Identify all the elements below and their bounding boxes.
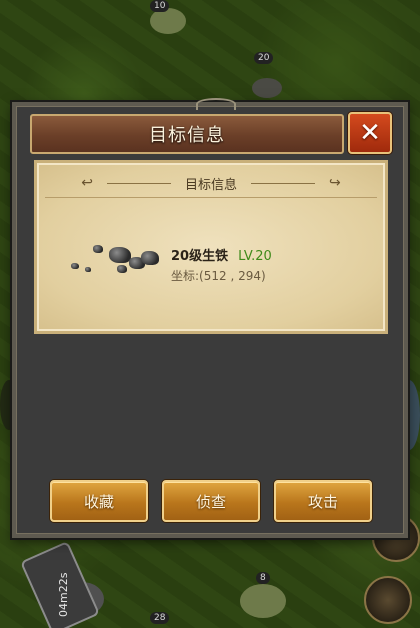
rock-shape [71,263,79,269]
coords-value: (512 , 294) [199,269,266,283]
dialog-title: 目标信息 [149,125,225,146]
march-timer-text: 04m22s [56,572,70,618]
divider-line [251,182,315,184]
rock-shape [93,245,103,253]
close-icon: ✕ [359,118,381,148]
close-button[interactable]: ✕ [348,112,392,154]
map-level-tag: 20 [254,52,274,64]
target-name-text: 20级生铁 [171,249,229,264]
panel-divider [45,197,377,198]
map-level-tag: 28 [150,612,170,624]
scout-button-label: 侦查 [195,492,226,511]
rock-shape [85,267,91,272]
panel-subtitle-row: ↩ 目标信息 ↪ [37,173,385,193]
target-info-panel: ↩ 目标信息 ↪ 20级生铁 LV.20 坐标:(512 , 294) [34,160,388,334]
favorite-button-label: 收藏 [83,492,114,511]
rock-shape [109,247,131,263]
rock-shape [141,251,159,265]
attack-button-label: 攻击 [307,492,338,511]
panel-subtitle: 目标信息 [184,177,237,193]
flourish-left-icon: ↩ [81,175,93,191]
rock-shape [117,265,127,273]
divider-line [106,182,171,184]
flourish-right-icon: ↪ [329,175,341,191]
map-terrain [252,78,282,98]
dialog-ornament [196,98,236,110]
iron-ore-icon [67,245,177,295]
target-coordinates: 坐标:(512 , 294) [171,267,266,284]
target-info-dialog: 目标信息 ✕ ↩ 目标信息 ↪ 20级生铁 LV.20 坐标:(512 , 294… [12,98,408,538]
map-action-button[interactable] [364,576,412,624]
scout-button[interactable]: 侦查 [162,480,260,522]
target-name: 20级生铁 LV.20 [171,245,272,264]
attack-button[interactable]: 攻击 [274,480,372,522]
map-terrain [240,584,286,618]
target-level: LV.20 [238,249,272,264]
dialog-header: 目标信息 [30,114,344,154]
map-level-tag: 8 [256,572,270,584]
map-level-tag: 10 [150,0,170,12]
favorite-button[interactable]: 收藏 [50,480,148,522]
coords-label: 坐标: [171,269,200,283]
